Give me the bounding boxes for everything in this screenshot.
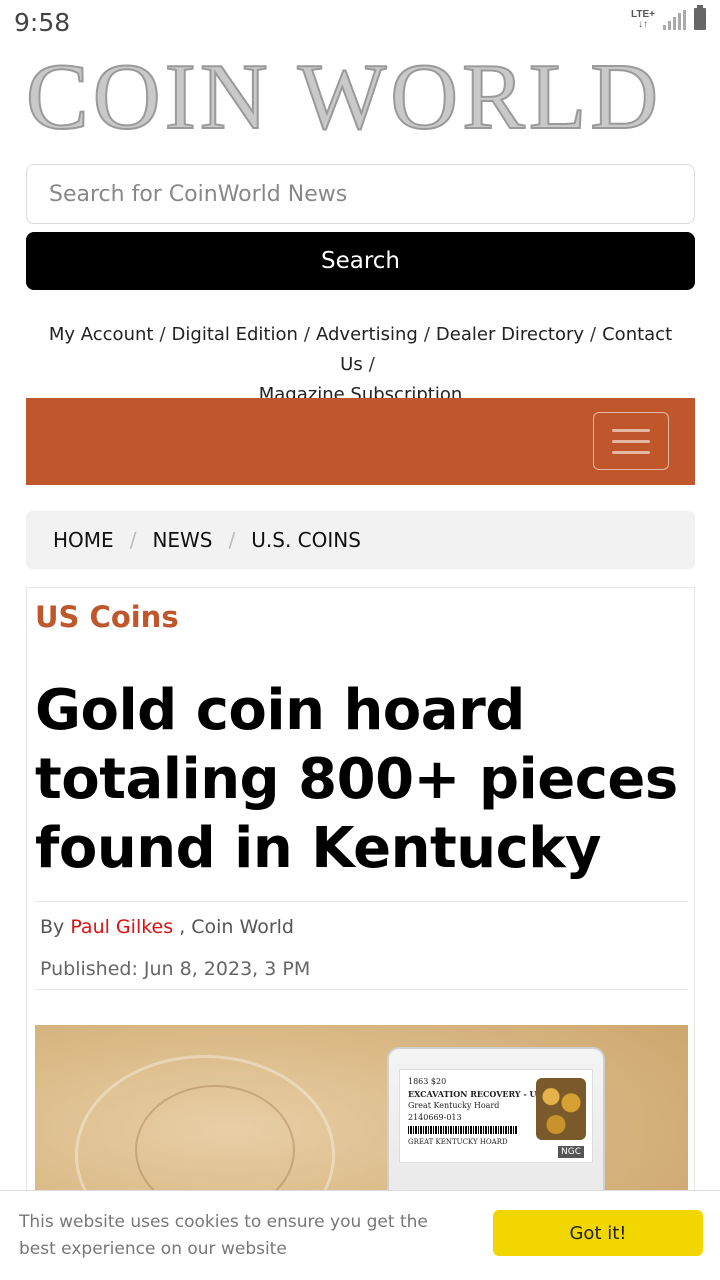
main-nav-bar: [26, 398, 695, 485]
nav-link-advertising[interactable]: Advertising: [316, 324, 418, 345]
battery-icon: [694, 5, 706, 30]
nav-separator: /: [423, 324, 430, 345]
cookie-message: This website uses cookies to ensure you …: [19, 1212, 428, 1259]
nav-separator: /: [590, 324, 597, 345]
nav-separator: /: [159, 324, 166, 345]
nav-separator: /: [368, 354, 375, 375]
article-category[interactable]: US Coins: [35, 600, 179, 634]
barcode-icon: [408, 1126, 518, 1134]
gold-nuggets-icon: [536, 1078, 586, 1140]
status-time: 9:58: [14, 8, 71, 37]
ngc-logo: NGC: [558, 1146, 584, 1158]
cookie-accept-button[interactable]: Got it!: [493, 1210, 703, 1256]
status-bar: 9:58 LTE+ ↓↑: [0, 0, 720, 44]
breadcrumb-news[interactable]: NEWS: [152, 528, 212, 552]
publication-name: , Coin World: [179, 916, 294, 938]
breadcrumb-home[interactable]: HOME: [53, 528, 114, 552]
status-icons: LTE+ ↓↑: [631, 5, 706, 30]
network-indicator: LTE+ ↓↑: [631, 9, 655, 30]
article-card: US Coins Gold coin hoard totaling 800+ p…: [26, 587, 695, 1280]
hamburger-menu-icon[interactable]: [593, 412, 669, 470]
breadcrumb-separator: /: [228, 528, 236, 552]
nav-link-digital-edition[interactable]: Digital Edition: [172, 324, 298, 345]
nav-separator: /: [303, 324, 310, 345]
byline: By Paul Gilkes , Coin World: [40, 916, 294, 938]
article-headline: Gold coin hoard totaling 800+ pieces fou…: [35, 678, 678, 881]
search-button[interactable]: Search: [26, 232, 695, 290]
signal-icon: [663, 10, 686, 30]
byline-prefix: By: [40, 916, 65, 938]
nav-link-my-account[interactable]: My Account: [49, 324, 154, 345]
top-nav: My Account / Digital Edition / Advertising / D…: [26, 320, 695, 410]
breadcrumb-separator: /: [129, 528, 137, 552]
nav-link-dealer-directory[interactable]: Dealer Directory: [436, 324, 584, 345]
cookie-banner: This website uses cookies to ensure you …: [0, 1190, 720, 1280]
published-date: Published: Jun 8, 2023, 3 PM: [40, 958, 311, 980]
author-link[interactable]: Paul Gilkes: [70, 916, 173, 938]
breadcrumb-current: U.S. COINS: [251, 528, 361, 552]
site-logo[interactable]: COIN WORLD: [26, 52, 696, 142]
slab-label: 1863 $20 EXCAVATION RECOVERY - UNC Great…: [399, 1069, 593, 1163]
article-meta: By Paul Gilkes , Coin World Published: J…: [35, 901, 688, 990]
breadcrumb: HOME / NEWS / U.S. COINS: [26, 511, 695, 569]
search-input[interactable]: [26, 164, 695, 224]
